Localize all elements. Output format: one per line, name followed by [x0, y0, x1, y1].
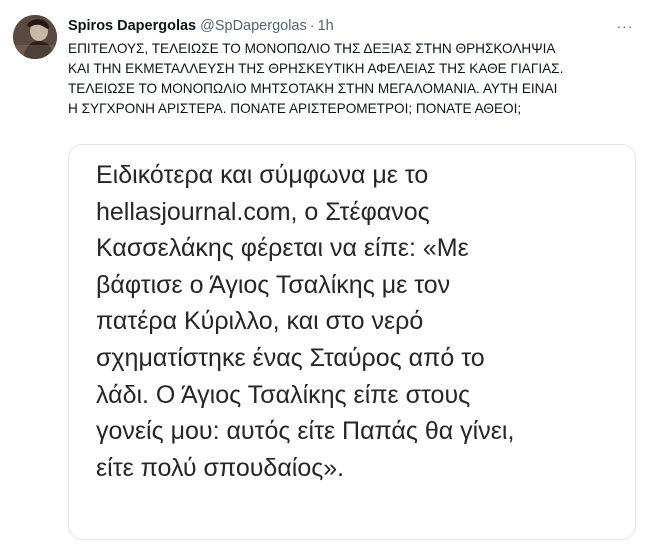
- separator-dot: ·: [309, 18, 315, 34]
- tweet-header: Spiros Dapergolas @SpDapergolas · 1h: [68, 16, 334, 36]
- avatar-image: [13, 15, 57, 59]
- avatar[interactable]: [13, 15, 57, 59]
- more-options-icon[interactable]: ···: [615, 16, 635, 36]
- timestamp[interactable]: 1h: [318, 16, 334, 36]
- tweet: Spiros Dapergolas @SpDapergolas · 1h ···…: [0, 0, 653, 546]
- user-handle[interactable]: @SpDapergolas: [200, 16, 307, 36]
- quoted-image-card[interactable]: Ειδικότερα και σύμφωνα με το hellasjourn…: [68, 144, 636, 540]
- display-name[interactable]: Spiros Dapergolas: [68, 16, 196, 36]
- quote-text: Ειδικότερα και σύμφωνα με το hellasjourn…: [96, 161, 515, 482]
- tweet-text: ΕΠΙΤΕΛΟΥΣ, ΤΕΛΕΙΩΣΕ ΤΟ ΜΟΝΟΠΩΛΙΟ ΤΗΣ ΔΕΞ…: [68, 41, 564, 116]
